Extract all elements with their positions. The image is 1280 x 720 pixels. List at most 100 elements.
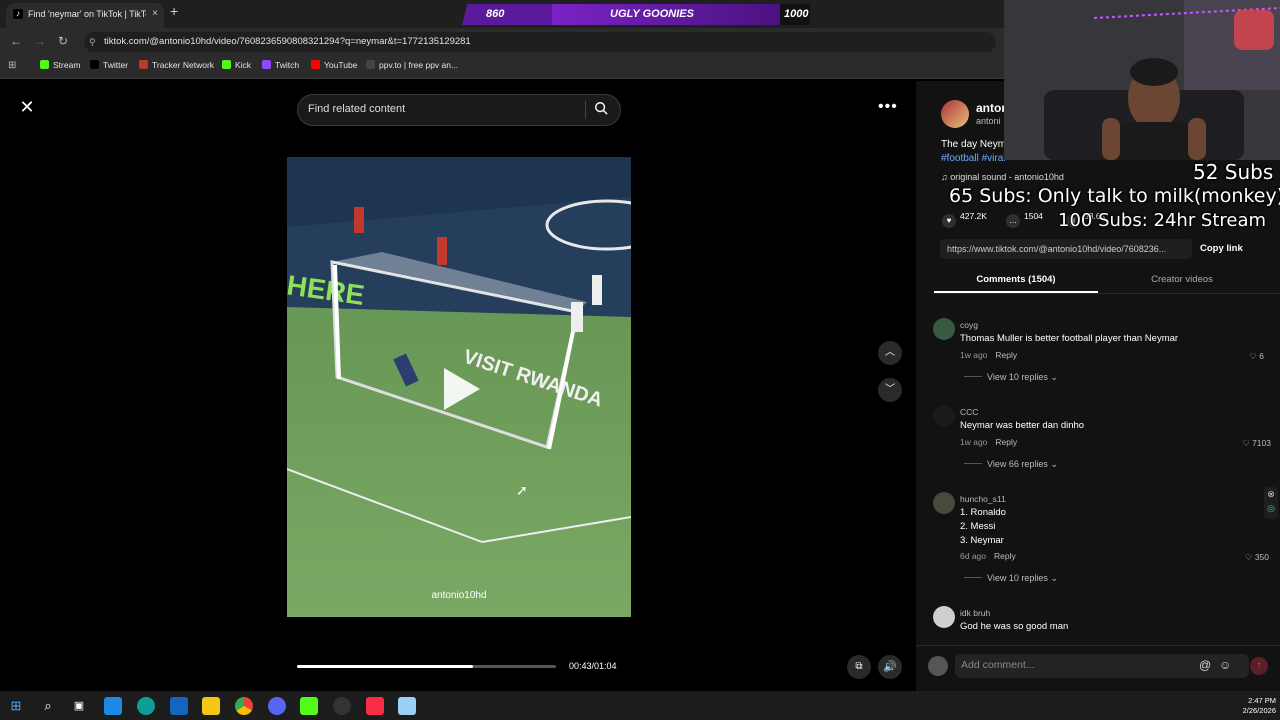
- share-link-box[interactable]: https://www.tiktok.com/@antonio10hd/vide…: [940, 239, 1192, 259]
- bookmark-twitter[interactable]: Twitter: [90, 60, 128, 70]
- tab-comments[interactable]: Comments (1504): [934, 274, 1098, 285]
- forward-arrow-icon[interactable]: →: [34, 34, 46, 48]
- more-options-icon[interactable]: •••: [878, 98, 898, 116]
- obs-icon[interactable]: [333, 697, 351, 715]
- bookmark-twitch[interactable]: Twitch: [262, 60, 299, 70]
- view-replies-label: View 10 replies: [987, 372, 1048, 382]
- view-replies-button[interactable]: View 10 replies ⌄: [964, 372, 1058, 383]
- commenter-avatar[interactable]: [933, 405, 955, 427]
- comment-text: 2. Messi: [960, 521, 996, 532]
- previous-video-icon[interactable]: ︿: [878, 341, 902, 365]
- close-icon[interactable]: ⊗: [1264, 487, 1278, 501]
- system-clock[interactable]: 2:47 PM 2/26/2026: [1236, 696, 1276, 716]
- post-hashtags[interactable]: #football #viral: [941, 153, 1005, 164]
- x-icon: [90, 60, 99, 69]
- youtube-icon: [311, 60, 320, 69]
- commenter-avatar[interactable]: [933, 606, 955, 628]
- bookmark-stream[interactable]: Stream: [40, 60, 80, 70]
- bookmark-kick[interactable]: Kick: [222, 60, 251, 70]
- comment-username[interactable]: huncho_s11: [960, 494, 1006, 504]
- comment-meta: 1w ago Reply: [960, 350, 1017, 360]
- playback-time: 00:43/01:04: [569, 661, 617, 671]
- comment-input-placeholder: Add comment...: [961, 659, 1035, 671]
- comment-username[interactable]: CCC: [960, 407, 978, 417]
- commenter-avatar[interactable]: [933, 318, 955, 340]
- url-bar[interactable]: ⚲ tiktok.com/@antonio10hd/video/76082365…: [84, 32, 996, 52]
- view-replies-button[interactable]: View 10 replies ⌄: [964, 573, 1058, 584]
- side-widget[interactable]: ⊗ ◎: [1264, 487, 1278, 519]
- comment-username[interactable]: coyg: [960, 320, 978, 330]
- back-arrow-icon[interactable]: ←: [10, 34, 22, 48]
- sound-link[interactable]: ♫ original sound - antonio10hd: [941, 172, 1064, 182]
- extension-icon[interactable]: ◎: [1264, 501, 1278, 515]
- edge-icon[interactable]: [137, 697, 155, 715]
- search-icon[interactable]: ⌕: [39, 697, 57, 715]
- sub-goal-overlay: 100 Subs: 24hr Stream: [1058, 210, 1267, 231]
- bookmark-label: ppv.to | free ppv an...: [379, 60, 459, 70]
- tab-close-icon[interactable]: ×: [152, 3, 158, 25]
- reply-button[interactable]: Reply: [995, 350, 1017, 360]
- comment-meta: 1w ago Reply: [960, 437, 1017, 447]
- site-info-icon[interactable]: ⚲: [89, 32, 96, 52]
- clock-time: 2:47 PM: [1248, 696, 1276, 705]
- bookmark-ppv-to-free-ppv-an[interactable]: ppv.to | free ppv an...: [366, 60, 458, 70]
- like-button[interactable]: ♥ 427.2K: [942, 211, 987, 228]
- send-icon[interactable]: ↑: [1250, 657, 1268, 675]
- search-icon[interactable]: [594, 101, 608, 115]
- comment-like-count: 6: [1259, 351, 1264, 361]
- comment-icon: …: [1006, 214, 1020, 228]
- sub-goal-bar: 860 UGLY GOONIES 1000: [462, 4, 810, 25]
- browser-tab[interactable]: ♪ Find 'neymar' on TikTok | TikTok ×: [6, 3, 164, 28]
- comment-text: 1. Ronaldo: [960, 507, 1006, 518]
- bookmark-label: Twitter: [103, 60, 129, 70]
- tab-creator-videos[interactable]: Creator videos: [1100, 274, 1264, 285]
- bookmark-label: Twitch: [275, 60, 300, 70]
- author-avatar[interactable]: [941, 100, 969, 128]
- reload-icon[interactable]: ↻: [58, 34, 68, 48]
- bookmark-label: YouTube: [324, 60, 358, 70]
- store-icon[interactable]: [104, 697, 122, 715]
- bookmark-tracker-network[interactable]: Tracker Network: [139, 60, 214, 70]
- view-replies-button[interactable]: View 66 replies ⌄: [964, 459, 1058, 470]
- new-tab-button[interactable]: +: [170, 3, 178, 19]
- picture-in-picture-icon[interactable]: ⧉: [847, 655, 871, 679]
- comment-meta: 6d ago Reply: [960, 551, 1016, 561]
- comment-likes[interactable]: ♡ 7103: [1211, 438, 1271, 449]
- goal-current: 860: [486, 8, 505, 20]
- mention-icon[interactable]: @: [1199, 658, 1211, 672]
- discord-icon[interactable]: [268, 697, 286, 715]
- progress-bar[interactable]: [297, 665, 556, 668]
- chrome-icon[interactable]: [235, 697, 253, 715]
- bookmark-label: Stream: [53, 60, 81, 70]
- file-explorer-icon[interactable]: [202, 697, 220, 715]
- url-text: tiktok.com/@antonio10hd/video/7608236590…: [104, 36, 471, 47]
- author-handle[interactable]: antoni: [976, 116, 1001, 126]
- emoji-icon[interactable]: ☺: [1219, 658, 1231, 672]
- close-icon[interactable]: ✕: [17, 97, 37, 117]
- related-search-box[interactable]: Find related content: [297, 94, 621, 126]
- view-replies-label: View 10 replies: [987, 573, 1048, 583]
- my-avatar: [928, 656, 948, 676]
- kick-icon[interactable]: [300, 697, 318, 715]
- app-icon[interactable]: [398, 697, 416, 715]
- copy-link-button[interactable]: Copy link: [1200, 243, 1243, 254]
- reply-button[interactable]: Reply: [994, 551, 1016, 561]
- music-note-icon: ♫: [941, 172, 951, 182]
- music-icon[interactable]: [366, 697, 384, 715]
- bookmark-youtube[interactable]: YouTube: [311, 60, 357, 70]
- mail-icon[interactable]: [170, 697, 188, 715]
- play-icon[interactable]: [444, 368, 480, 410]
- goal-title: UGLY GOONIES: [610, 8, 694, 20]
- comment-likes[interactable]: ♡ 350: [1209, 552, 1269, 563]
- commenter-avatar[interactable]: [933, 492, 955, 514]
- comment-username[interactable]: idk bruh: [960, 608, 990, 618]
- comment-likes[interactable]: ♡ 6: [1204, 351, 1264, 362]
- next-video-icon[interactable]: ﹀: [878, 378, 902, 402]
- apps-grid-icon[interactable]: ⊞: [8, 60, 16, 71]
- share-link-text: https://www.tiktok.com/@antonio10hd/vide…: [947, 244, 1167, 254]
- task-view-icon[interactable]: ▣: [70, 697, 88, 715]
- reply-button[interactable]: Reply: [995, 437, 1017, 447]
- volume-icon[interactable]: 🔊: [878, 655, 902, 679]
- comment-button[interactable]: … 1504: [1006, 211, 1043, 228]
- start-icon[interactable]: ⊞: [7, 697, 25, 715]
